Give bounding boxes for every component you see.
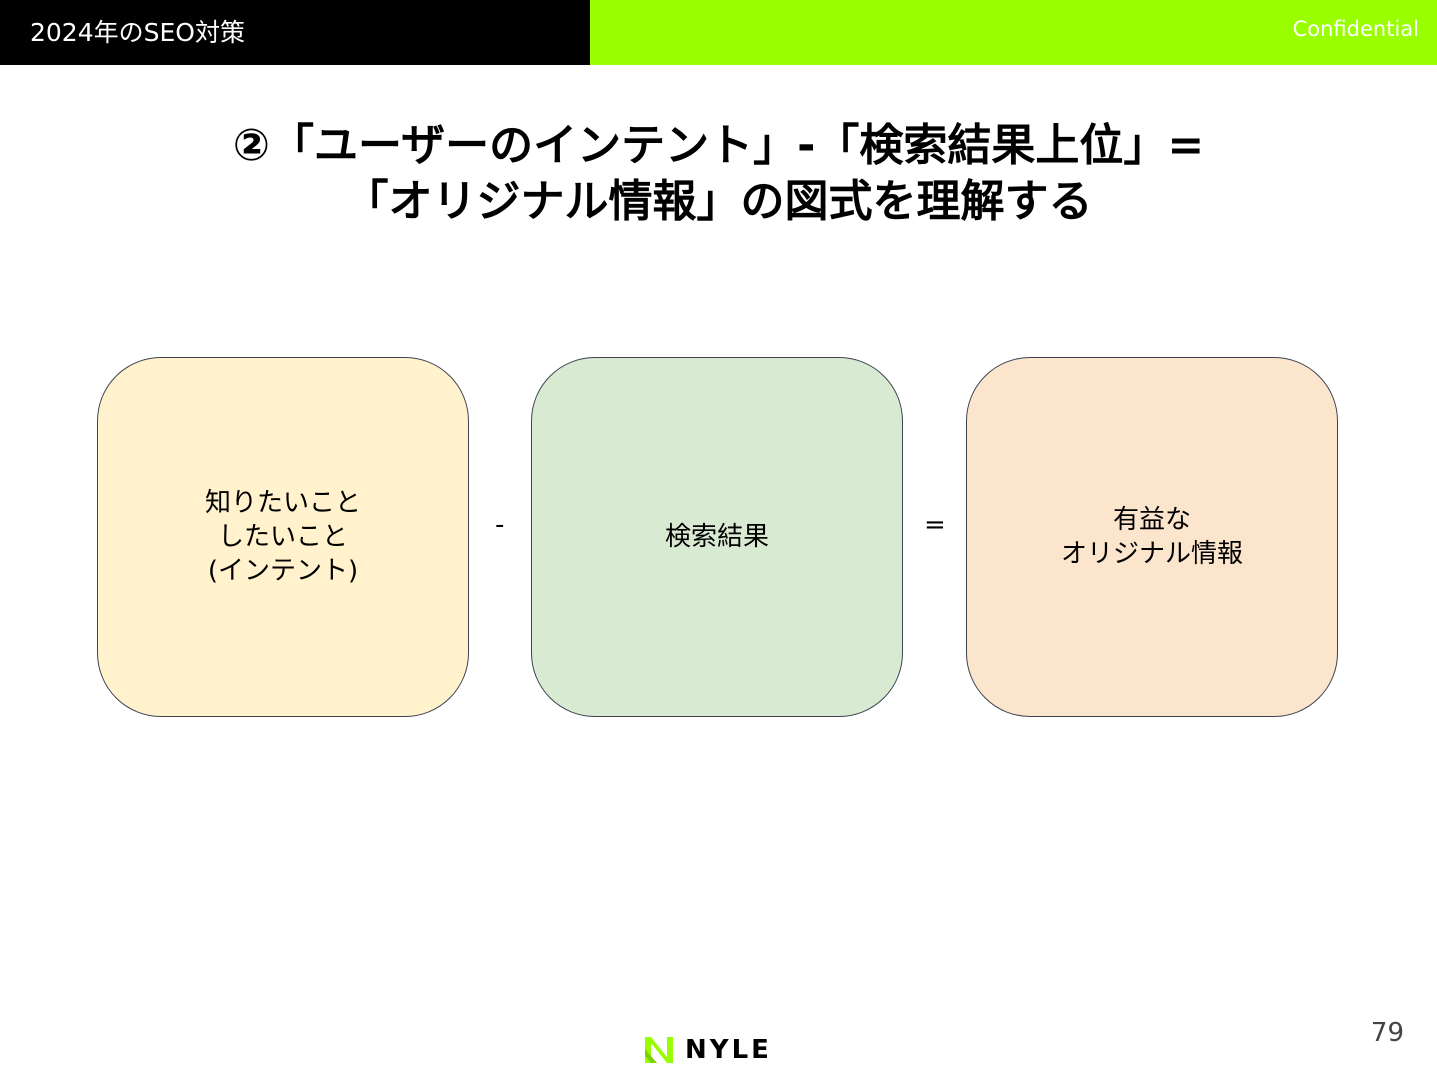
- intent-box: 知りたいこと したいこと (インテント): [97, 357, 469, 717]
- original-info-line-1: 有益な: [1112, 505, 1191, 535]
- page-number: 79: [1370, 1018, 1404, 1048]
- equals-operator: =: [924, 510, 946, 540]
- intent-line-1: 知りたいこと: [204, 488, 361, 518]
- slide-title-line-1: ②「ユーザーのインテント」-「検索結果上位」=: [232, 120, 1205, 171]
- search-results-label: 検索結果: [664, 522, 769, 552]
- confidential-label: Confidential: [1292, 17, 1419, 41]
- minus-operator: -: [495, 510, 505, 540]
- slide-title-line-2: 「オリジナル情報」の図式を理解する: [344, 176, 1093, 227]
- original-info-box: 有益な オリジナル情報: [966, 357, 1338, 717]
- nyle-mark-icon: [645, 1037, 673, 1063]
- intent-line-3: (インテント): [207, 556, 359, 586]
- accent-bar: Confidential: [590, 0, 1437, 65]
- intent-line-2: したいこと: [217, 522, 348, 552]
- slide-title: ②「ユーザーのインテント」-「検索結果上位」= 「オリジナル情報」の図式を理解す…: [0, 118, 1437, 230]
- search-results-box: 検索結果: [531, 357, 903, 717]
- logo-text: NYLE: [685, 1035, 772, 1065]
- section-title: 2024年のSEO対策: [0, 0, 590, 65]
- header-bar: 2024年のSEO対策 Confidential: [0, 0, 1437, 65]
- nyle-logo: NYLE: [643, 1033, 772, 1067]
- original-info-line-2: オリジナル情報: [1060, 539, 1243, 569]
